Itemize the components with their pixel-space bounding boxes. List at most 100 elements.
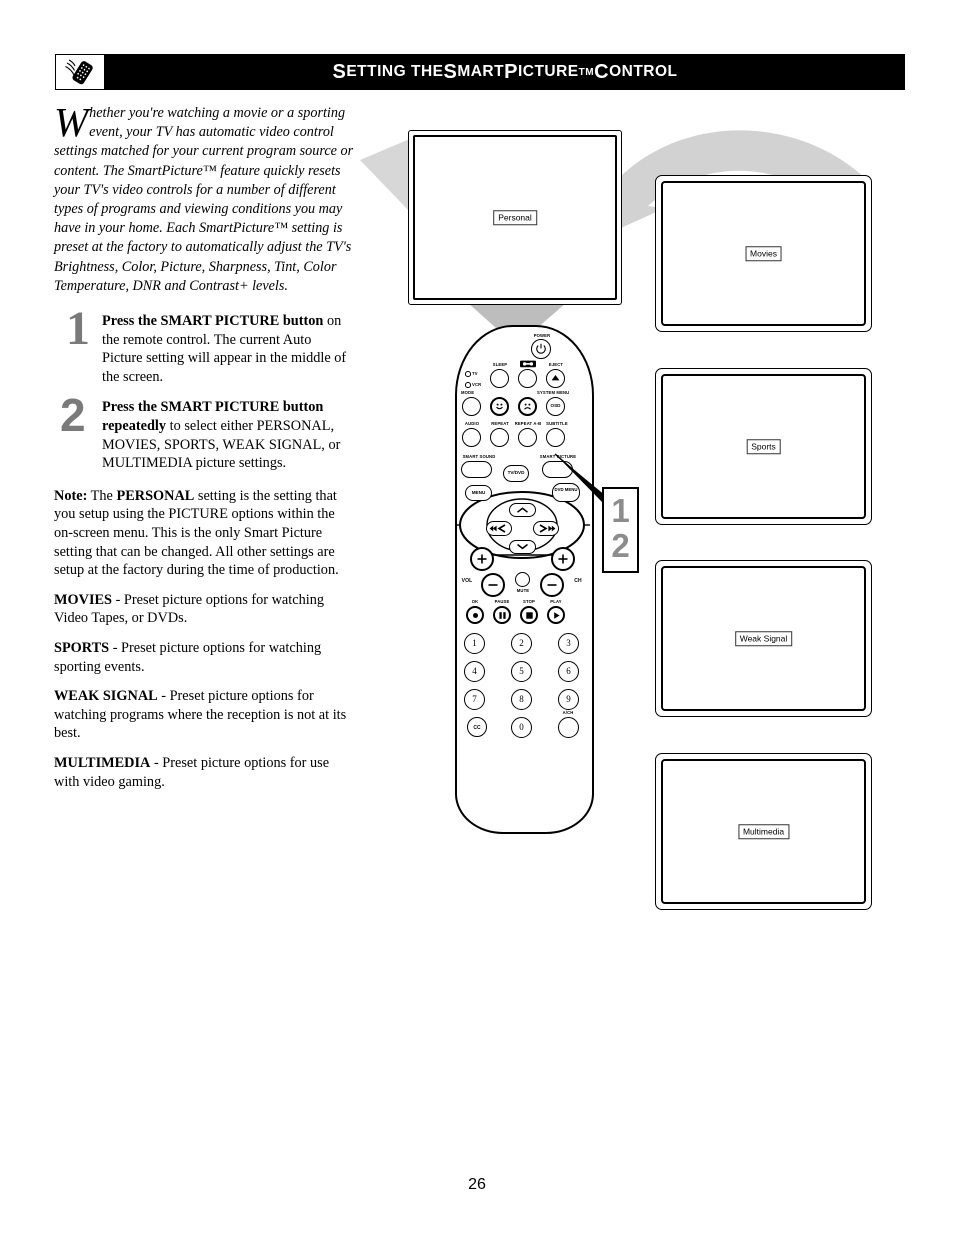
title-s1: S: [332, 60, 347, 83]
tv-screen-movies: Movies: [655, 175, 872, 332]
step-2-body: Press the SMART PICTURE button repeatedl…: [102, 398, 354, 472]
tv-screen-sports-inner: Sports: [661, 374, 866, 519]
record-dot-icon: [472, 612, 478, 618]
tv-label: TV: [472, 371, 478, 376]
page-number: 26: [468, 1176, 486, 1193]
intro-paragraph: Whether you're watching a movie or a spo…: [54, 99, 354, 296]
minus-icon-ch: [547, 584, 557, 586]
tv-screen-multimedia-inner: Multimedia: [661, 759, 866, 904]
mute-button[interactable]: [515, 572, 530, 587]
mode-button[interactable]: [462, 397, 481, 416]
title-s2: S: [443, 60, 458, 83]
note-personal-word: PERSONAL: [116, 487, 195, 504]
step-2-number: 2: [60, 389, 86, 442]
eject-label: EJECT: [548, 362, 564, 367]
stop-label: STOP: [523, 599, 535, 604]
step-1-body: Press the SMART PICTURE button on the re…: [102, 312, 354, 386]
note-movies-label: MOVIES: [54, 591, 112, 608]
note-label: Note:: [54, 487, 88, 504]
repeat-button[interactable]: [490, 428, 509, 447]
tv-screen-movies-inner: Movies: [661, 181, 866, 326]
power-label: POWER: [533, 333, 551, 338]
page-title: S ETTING THE S MART P ICTURE TM C ONTROL: [105, 54, 905, 90]
step-1-lead: Press the SMART PICTURE button: [102, 313, 324, 330]
note-multimedia: MULTIMEDIA - Preset picture options for …: [54, 754, 354, 791]
minus-icon-vol: [488, 584, 498, 586]
vcr-label: VCR: [472, 382, 482, 387]
note-sports-label: SPORTS: [54, 639, 110, 656]
vcr-indicator-icon: [465, 382, 471, 388]
tv-screen-weak-signal-inner: Weak Signal: [661, 566, 866, 711]
key-8-label: 8: [519, 694, 524, 704]
power-icon: [536, 343, 546, 354]
sleep-label: SLEEP: [492, 362, 508, 367]
subtitle-label: SUBTITLE: [546, 421, 568, 426]
mode-label: MODE: [461, 390, 475, 395]
tv-screen-personal: Personal: [408, 130, 622, 305]
step-1: 1 Press the SMART PICTURE button on the …: [54, 305, 354, 386]
note-sports: SPORTS - Preset picture options for watc…: [54, 639, 354, 676]
title-mart: MART: [457, 63, 505, 80]
key-5-label: 5: [519, 666, 524, 676]
title-etting-the: ETTING THE: [346, 63, 444, 80]
tape-icon: [520, 360, 536, 368]
note-movies: MOVIES - Preset picture options for watc…: [54, 591, 354, 628]
key-ach-button[interactable]: [558, 717, 579, 738]
key-0-label: 0: [519, 722, 524, 732]
smart-sound-button[interactable]: [461, 461, 492, 478]
key-4-label: 4: [472, 666, 477, 676]
osd-label-multimedia: Multimedia: [737, 823, 790, 840]
ok-label: OK: [471, 599, 479, 604]
osd-label-movies: Movies: [745, 245, 782, 262]
eject-icon: [551, 375, 560, 381]
repeat-ab-label: REPEAT A-B: [514, 421, 542, 426]
repeat-ab-button[interactable]: [518, 428, 537, 447]
intro-text: hether you're watching a movie or a spor…: [54, 105, 354, 294]
osd-label-sports: Sports: [746, 438, 781, 455]
title-tm: TM: [578, 66, 595, 78]
tv-screen-multimedia: Multimedia: [655, 753, 872, 910]
audio-button[interactable]: [462, 428, 481, 447]
article-body: Whether you're watching a movie or a spo…: [54, 99, 354, 802]
rewind-left-icon: [489, 524, 506, 533]
plus-icon-vol: [477, 554, 487, 564]
tape-button[interactable]: [518, 369, 537, 388]
play-icon: [554, 612, 560, 619]
tv-screen-personal-inner: Personal: [413, 135, 617, 300]
stop-icon: [526, 612, 533, 619]
osd-label-weak-signal: Weak Signal: [734, 630, 793, 647]
mute-label: MUTE: [516, 588, 530, 593]
step-1-number: 1: [66, 302, 90, 356]
frowny-face-icon: [524, 403, 531, 410]
key-9-label: 9: [566, 694, 571, 704]
pause-label: PAUSE: [494, 599, 510, 604]
tv-screen-sports: Sports: [655, 368, 872, 525]
key-cc-label: CC: [473, 725, 481, 731]
title-icture: ICTURE: [517, 63, 579, 80]
vol-label: VOL: [461, 578, 473, 584]
page-header: S ETTING THE S MART P ICTURE TM C ONTROL: [55, 54, 905, 90]
note-weak-signal: WEAK SIGNAL - Preset picture options for…: [54, 687, 354, 743]
callout-number-1: 1: [611, 492, 630, 529]
key-7-label: 7: [472, 694, 477, 704]
play-label: PLAY: [550, 599, 562, 604]
menu-label: MENU: [471, 490, 486, 495]
title-ontrol: ONTROL: [609, 63, 678, 80]
key-6-label: 6: [566, 666, 571, 676]
sleep-button[interactable]: [490, 369, 509, 388]
repeat-label: REPEAT: [491, 421, 509, 426]
tv-dvd-label: TV/DVD: [507, 470, 525, 475]
note-multimedia-label: MULTIMEDIA: [54, 754, 151, 771]
note-personal: Note: The PERSONAL setting is the settin…: [54, 487, 354, 580]
smiley-face-icon: [496, 403, 503, 410]
step-2: 2 Press the SMART PICTURE button repeate…: [54, 392, 354, 472]
drop-cap: W: [54, 99, 89, 145]
smartpicture-diagram: Personal Movies Sports Weak Signal Multi…: [360, 120, 920, 950]
ach-label: A/CH: [562, 710, 574, 715]
key-2-label: 2: [519, 638, 524, 648]
remote-control-icon: [55, 54, 105, 90]
chevron-down-icon: [517, 543, 528, 550]
audio-label: AUDIO: [464, 421, 480, 426]
step-callout-box: 1 2: [602, 487, 639, 573]
title-p: P: [504, 60, 518, 83]
